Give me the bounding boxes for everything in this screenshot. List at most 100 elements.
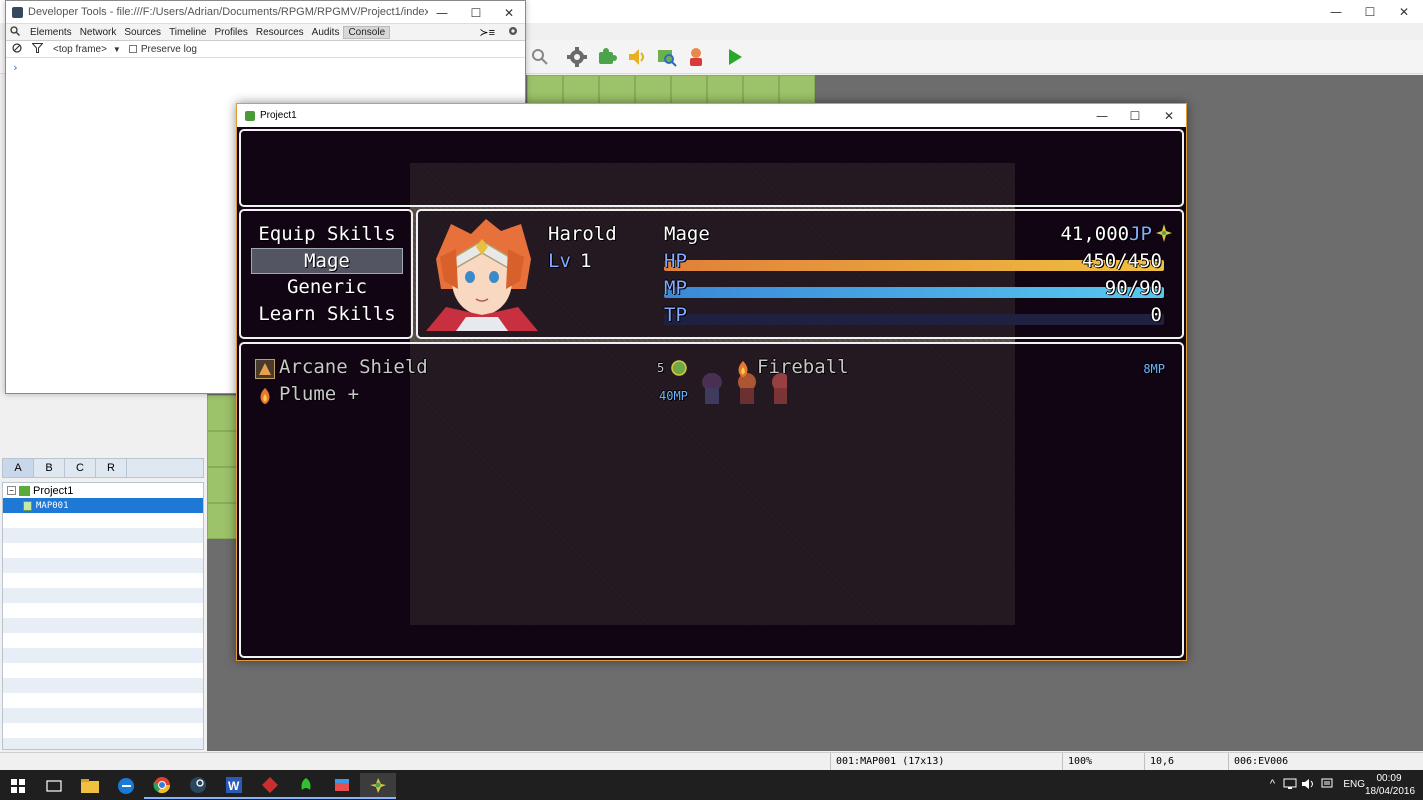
status-event: 006:EV006 [1228, 753, 1423, 771]
tp-value: 0 [1150, 304, 1162, 326]
windows-taskbar: W ^ ENG 00:09 18/04/2016 [0, 770, 1423, 800]
game-canvas[interactable]: Equip Skills Mage Generic Learn Skills H… [237, 127, 1186, 660]
fire-skill-icon [255, 386, 275, 406]
hp-value: 450/450 [1081, 250, 1162, 272]
clock-time[interactable]: 00:09 [1369, 773, 1409, 784]
skill-list-window: Arcane Shield 5 Fireball 8MP Plume + 40M… [239, 342, 1184, 658]
command-mage[interactable]: Mage [251, 248, 403, 274]
tree-item-map[interactable]: MAP001 [3, 498, 203, 513]
rpg-maker-icon[interactable] [324, 773, 360, 799]
playtest-icon[interactable] [722, 44, 748, 70]
game-minimize-button[interactable]: — [1085, 104, 1119, 127]
command-learn-skills[interactable]: Learn Skills [241, 301, 413, 327]
actor-class: Mage [664, 223, 710, 245]
devtools-title: Developer Tools - file:///F:/Users/Adria… [28, 6, 428, 18]
database-gear-icon[interactable] [564, 44, 590, 70]
tab-profiles[interactable]: Profiles [210, 27, 251, 38]
tab-resources[interactable]: Resources [252, 27, 308, 38]
settings-gear-icon[interactable] [507, 25, 519, 40]
editor-maximize-button[interactable]: ☐ [1353, 0, 1387, 23]
project-folder-icon [19, 485, 30, 496]
devtools-minimize-button[interactable]: — [425, 1, 459, 24]
filter-icon[interactable] [31, 42, 44, 56]
tab-audits[interactable]: Audits [308, 27, 344, 38]
skill-item-arcane-shield[interactable]: Arcane Shield 5 [253, 356, 687, 382]
project-label: Project1 [33, 484, 74, 497]
tab-timeline[interactable]: Timeline [165, 27, 210, 38]
devtools-app-icon [12, 6, 23, 18]
skill-name: Plume + [279, 383, 360, 405]
frame-select[interactable]: <top frame> [53, 44, 107, 55]
red-app-icon[interactable] [252, 773, 288, 799]
clock-date[interactable]: 18/04/2016 [1360, 786, 1420, 797]
clear-console-icon[interactable] [12, 42, 22, 56]
devtools-close-button[interactable]: ✕ [492, 1, 526, 24]
preserve-log-label: Preserve log [140, 43, 197, 55]
task-view-icon[interactable] [36, 773, 72, 799]
map-layer-tabs: A B C R [2, 458, 204, 478]
chrome-browser-icon[interactable] [144, 773, 180, 799]
game-player-icon[interactable] [360, 773, 396, 799]
event-searcher-icon[interactable] [654, 44, 680, 70]
character-generator-icon[interactable] [683, 44, 709, 70]
mp-value: 90/90 [1104, 277, 1162, 299]
tab-elements[interactable]: Elements [26, 27, 76, 38]
skill-item-plume-plus[interactable]: Plume + 40MP [253, 383, 713, 409]
tp-gauge [664, 314, 1164, 325]
preserve-log-checkbox[interactable] [128, 45, 137, 53]
sound-test-icon[interactable] [624, 44, 650, 70]
console-prompt[interactable]: › [6, 58, 525, 77]
drawer-toggle-icon[interactable]: ≻≡ [479, 26, 495, 39]
map-file-icon [23, 500, 32, 511]
editor-minimize-button[interactable]: — [1319, 0, 1353, 23]
shield-skill-icon [255, 359, 275, 379]
inspect-search-icon[interactable] [10, 25, 20, 39]
jp-coin-icon [671, 360, 687, 379]
actor-name: Harold [548, 223, 617, 245]
game-maximize-button[interactable]: ☐ [1118, 104, 1152, 127]
network-icon[interactable] [1283, 778, 1297, 793]
party-sprites [702, 373, 787, 404]
mp-label: MP [664, 277, 687, 299]
action-center-icon[interactable] [1321, 778, 1333, 793]
tree-item-project[interactable]: − Project1 [3, 483, 203, 498]
jp-sparkle-icon [1156, 223, 1172, 245]
status-map-info: 001:MAP001 (17x13) [830, 753, 1062, 771]
collapse-icon[interactable]: − [7, 486, 16, 495]
windows-start-icon[interactable] [0, 773, 36, 799]
map-label: MAP001 [36, 500, 69, 511]
layer-tab-a[interactable]: A [3, 459, 34, 477]
zoom-icon[interactable] [527, 44, 553, 70]
game-close-button[interactable]: ✕ [1152, 104, 1186, 127]
show-hidden-icons[interactable]: ^ [1270, 778, 1275, 790]
file-explorer-icon[interactable] [72, 773, 108, 799]
jp-value: 41,000 [1060, 223, 1130, 245]
skill-cost: 8MP [1143, 362, 1165, 376]
command-equip-skills[interactable]: Equip Skills [241, 221, 413, 247]
razer-icon[interactable] [288, 773, 324, 799]
tab-sources[interactable]: Sources [120, 27, 165, 38]
game-app-icon [245, 110, 255, 121]
layer-tab-c[interactable]: C [65, 459, 96, 477]
steam-icon[interactable] [180, 773, 216, 799]
editor-status-bar: 001:MAP001 (17x13) 100% 10,6 006:EV006 [0, 752, 1423, 771]
volume-icon[interactable] [1301, 778, 1315, 793]
layer-tab-b[interactable]: B [34, 459, 65, 477]
word-icon[interactable]: W [216, 773, 252, 799]
level-value: 1 [580, 250, 592, 272]
status-zoom: 100% [1062, 753, 1144, 771]
edge-browser-icon[interactable] [108, 773, 144, 799]
tab-network[interactable]: Network [76, 27, 121, 38]
skill-item-fireball[interactable]: Fireball 8MP [733, 356, 1173, 382]
devtools-maximize-button[interactable]: ☐ [459, 1, 493, 24]
tab-console[interactable]: Console [343, 25, 391, 39]
mp-gauge [664, 287, 1164, 298]
dropdown-arrow-icon[interactable]: ▼ [113, 45, 121, 54]
plugin-manager-icon[interactable] [594, 44, 620, 70]
tp-label: TP [664, 304, 687, 326]
game-titlebar: Project1 — ☐ ✕ [237, 104, 1186, 127]
editor-close-button[interactable]: ✕ [1387, 0, 1421, 23]
game-title: Project1 [260, 110, 297, 121]
command-generic[interactable]: Generic [241, 274, 413, 300]
layer-tab-r[interactable]: R [96, 459, 127, 477]
